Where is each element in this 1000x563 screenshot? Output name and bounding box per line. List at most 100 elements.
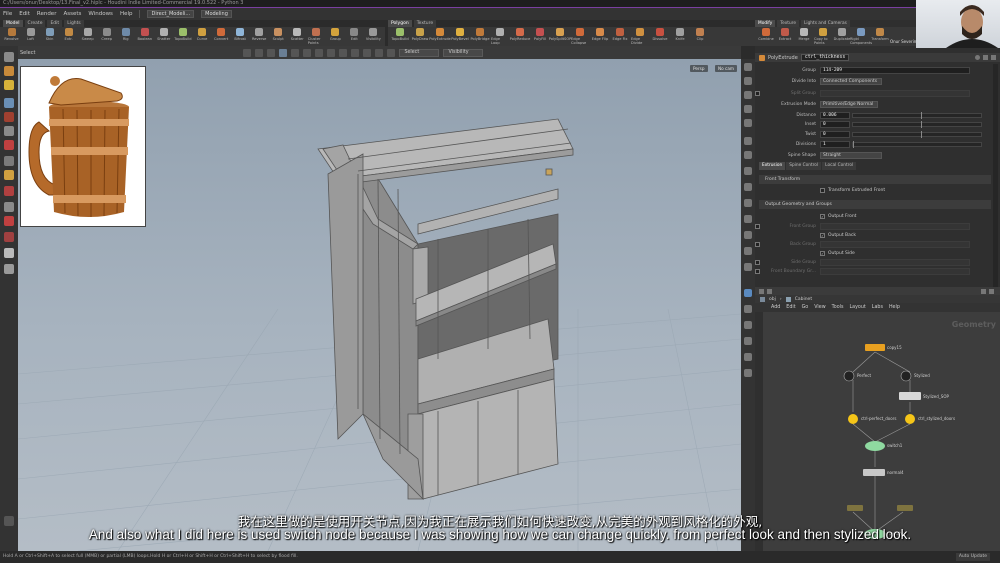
snap-grid-icon[interactable] — [315, 48, 324, 57]
tool-copy-to-points[interactable]: Copy to Points — [814, 28, 832, 45]
node-name-field[interactable]: ctrl_thickness — [800, 54, 850, 61]
tool-edit[interactable]: Edit — [346, 28, 363, 45]
home-icon[interactable] — [744, 353, 752, 361]
front-group-checkbox[interactable] — [755, 223, 760, 229]
tool-polybridge[interactable]: PolyBridge — [470, 28, 490, 45]
path-obj[interactable]: obj — [769, 297, 776, 302]
tool-knife[interactable]: Knife — [671, 28, 689, 45]
magnet-icon[interactable] — [4, 140, 14, 150]
shelf-tab-lights-cameras[interactable]: Lights and Cameras — [800, 20, 850, 27]
tool-polysplit[interactable]: PolySplitSOP — [549, 28, 571, 45]
snap-prim-icon[interactable] — [351, 48, 360, 57]
side-group-checkbox[interactable] — [755, 259, 760, 265]
side-group-field[interactable] — [820, 258, 970, 266]
back-group-field[interactable] — [820, 240, 970, 248]
front-boundary-checkbox[interactable] — [755, 268, 760, 274]
distance-slider[interactable] — [852, 111, 982, 119]
snap-toggle-icon[interactable] — [4, 156, 14, 166]
scale-tool-icon[interactable] — [279, 48, 288, 57]
tool-merge[interactable]: Merge — [795, 28, 813, 45]
ghost-icon[interactable] — [744, 91, 752, 99]
tool-bifrost[interactable]: Bifrost — [232, 28, 249, 45]
light-bulb-icon[interactable] — [744, 137, 752, 145]
path-cabinet[interactable]: Cabinet — [795, 297, 812, 302]
tool-topobuild-2[interactable]: TopoBuild — [391, 28, 409, 45]
output-back-checkbox[interactable]: ✓ — [820, 232, 825, 238]
group-field[interactable]: 114-209 — [820, 66, 970, 74]
tool-sculpt[interactable]: Sculpt — [270, 28, 287, 45]
record-icon[interactable] — [4, 216, 14, 226]
uv-icon[interactable] — [744, 183, 752, 191]
cylinder-icon[interactable] — [4, 264, 14, 274]
net-menu-tools[interactable]: Tools — [832, 305, 844, 310]
tool-edge-divide[interactable]: Edge Divide — [631, 28, 649, 45]
render-icon[interactable] — [744, 289, 752, 297]
tool-loft[interactable]: Loft — [22, 28, 39, 45]
divisions-slider[interactable] — [852, 140, 982, 148]
numbers-icon[interactable] — [744, 199, 752, 207]
inset-field[interactable]: 0 — [820, 120, 850, 128]
inset-slider[interactable] — [852, 120, 982, 128]
measure-icon[interactable] — [4, 202, 14, 212]
menu-edit[interactable]: Edit — [19, 11, 30, 17]
gear-icon[interactable] — [975, 55, 980, 60]
menu-help[interactable]: Help — [120, 11, 133, 17]
axes-icon[interactable] — [744, 247, 752, 255]
front-group-field[interactable] — [820, 222, 970, 230]
stylized-null-node[interactable] — [900, 370, 912, 382]
tool-polyreduce[interactable]: PolyReduce — [510, 28, 530, 45]
shelf-tab-model[interactable]: Model — [3, 20, 23, 27]
pin-icon[interactable] — [981, 288, 986, 294]
frame-icon[interactable] — [744, 369, 752, 377]
shelf-tab-lights[interactable]: Lights — [64, 20, 84, 27]
net-menu-go[interactable]: Go — [802, 305, 809, 310]
lock-camera-icon[interactable] — [744, 77, 752, 85]
tool-clip[interactable]: Clip — [691, 28, 709, 45]
desktop-select-2[interactable]: Modeling — [201, 10, 232, 18]
tab-local-control[interactable]: Local Control — [822, 162, 857, 170]
param-scrollbar[interactable] — [993, 64, 998, 289]
light-icon[interactable] — [4, 170, 14, 180]
add-tab-icon[interactable] — [989, 288, 994, 294]
twist-field[interactable]: 0 — [820, 130, 850, 138]
extrusion-mode-menu[interactable]: Primitive/Edge Normal — [820, 100, 878, 108]
edge-select-icon[interactable] — [387, 48, 396, 57]
edges-icon[interactable] — [744, 215, 752, 223]
shelf-tab-create[interactable]: Create — [24, 20, 46, 27]
ctrl-perfect-node[interactable] — [848, 414, 858, 424]
divisions-field[interactable]: 1 — [820, 140, 850, 148]
menu-assets[interactable]: Assets — [63, 11, 81, 17]
auto-update-button[interactable]: Auto Update — [955, 553, 990, 561]
split-group-field[interactable] — [820, 89, 970, 97]
divide-into-menu[interactable]: Connected Components — [820, 77, 882, 85]
back-group-checkbox[interactable] — [755, 241, 760, 247]
shelf-tab-edit[interactable]: Edit — [47, 20, 63, 27]
handle-tool-icon[interactable] — [291, 48, 300, 57]
menu-render[interactable]: Render — [37, 11, 57, 17]
snap-point-icon[interactable] — [327, 48, 336, 57]
tool-rigid-components[interactable]: Rigid Components — [850, 28, 872, 45]
camera-menu[interactable]: Persp — [690, 65, 708, 72]
net-menu-layout[interactable]: Layout — [849, 305, 865, 310]
magnet-lower-icon[interactable] — [4, 232, 14, 242]
pose-icon[interactable] — [4, 98, 14, 108]
forward-arrow-icon[interactable] — [767, 288, 772, 294]
net-menu-help[interactable]: Help — [889, 305, 900, 310]
tool-shatter[interactable]: Shatter — [155, 28, 172, 45]
flipbook-icon[interactable] — [744, 321, 752, 329]
net-menu-edit[interactable]: Edit — [786, 305, 795, 310]
display-options-icon[interactable] — [744, 63, 752, 71]
wireframe-icon[interactable] — [744, 105, 752, 113]
tool-duplicate[interactable]: Duplicate — [833, 28, 851, 45]
primitive-select-icon[interactable] — [375, 48, 384, 57]
tool-boolean[interactable]: Boolean — [136, 28, 153, 45]
view-layout-icon[interactable] — [744, 337, 752, 345]
normals-icon[interactable] — [744, 151, 752, 159]
move-tool-icon[interactable] — [255, 48, 264, 57]
tool-sweep[interactable]: Sweep — [79, 28, 96, 45]
select-tool-icon[interactable] — [243, 48, 252, 57]
section-output[interactable]: Output Geometry and Groups — [759, 200, 991, 209]
tool-reverse[interactable]: Reverse — [251, 28, 268, 45]
help-icon[interactable] — [983, 55, 988, 60]
stylized-sop-node[interactable] — [899, 392, 921, 400]
